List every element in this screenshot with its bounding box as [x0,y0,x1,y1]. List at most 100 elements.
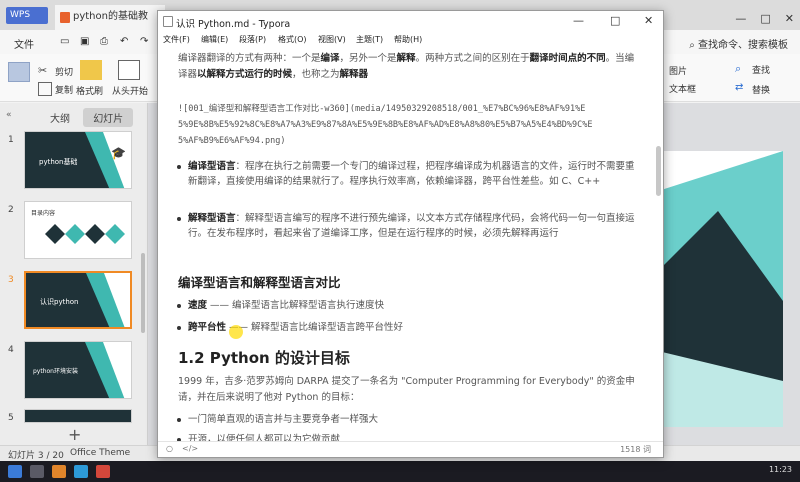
tab-outline[interactable]: 大纲 [40,108,80,127]
menu-edit[interactable]: 编辑(E) [201,34,228,45]
taskbar-app-icon[interactable] [52,465,66,478]
command-search-label: 查找命令、搜索模板 [698,40,788,51]
menu-theme[interactable]: 主题(T) [356,34,383,45]
search-icon: ⌕ [689,40,698,51]
menu-open-icon[interactable]: ▭ [60,36,69,47]
typora-window-title: 认识 Python.md - Typora [176,19,291,30]
menu-print-icon[interactable]: ⎙ [100,36,108,47]
minimize-icon[interactable]: — [573,14,584,27]
minimize-icon[interactable]: — [735,12,746,25]
text: ：解释型语言编写的程序不进行预先编译，以文本方式存储程序代码，会将代码一句一句直… [188,213,635,239]
textbox-label[interactable]: 文本框 [669,82,696,95]
slide-bg [25,410,131,422]
menu-paragraph[interactable]: 段落(P) [239,34,266,45]
mouse-cursor-highlight [229,325,243,339]
tab-slides[interactable]: 幻灯片 [83,108,134,127]
from-start-label[interactable]: 从头开始 [112,84,148,97]
slide-thumb-1[interactable]: python基础 🎓 [24,131,132,189]
replace-button[interactable]: ⇄ 替换 [735,82,770,96]
typora-title-bar: 认识 Python.md - Typora — □ ✕ [158,11,663,33]
slides-panel: « 大纲 幻灯片 1 python基础 🎓 2 目录内容 3 认识python … [0,103,148,445]
panel-tabs: 大纲 幻灯片 [40,108,134,127]
slide-thumb-5[interactable] [24,409,132,423]
add-slide-button[interactable]: + [68,425,81,444]
start-icon[interactable] [8,465,22,478]
ppt-file-icon [60,12,70,23]
format-painter-icon[interactable] [80,60,102,80]
paragraph-compiler-intro: 编译器翻译的方式有两种：一个是编译，另外一个是解释。两种方式之间的区别在于翻译时… [178,51,640,83]
typora-window: 认识 Python.md - Typora — □ ✕ 文件(F) 编辑(E) … [157,10,664,458]
copy-button[interactable]: 复制 [38,82,73,96]
wps-logo[interactable]: WPS [6,7,48,24]
slide-number: 2 [8,205,14,215]
slide-decoration [658,151,783,427]
menu-file[interactable]: 文件(F) [163,34,190,45]
menu-format[interactable]: 格式(O) [278,34,307,45]
menu-save-icon[interactable]: ▣ [80,36,89,47]
heading-design-goals: 1.2 Python 的设计目标 [178,349,350,367]
current-slide[interactable] [658,151,783,427]
close-icon[interactable]: ✕ [785,12,794,25]
menu-file[interactable]: 文件 [14,36,34,51]
taskbar-app-icon[interactable] [96,465,110,478]
bold-text: 编译 [320,53,340,64]
code-line: 5%AF%B9%E6%AF%94.png) [178,136,286,146]
editor-scrollbar[interactable] [656,146,661,196]
typora-app-icon [163,16,173,27]
find-button[interactable]: ⌕ 查找 [735,62,770,76]
list-item: 解释型语言：解释型语言编写的程序不进行预先编译，以文本方式存储程序代码，会将代码… [177,211,640,241]
replace-label: 替换 [752,85,771,96]
slide-number: 3 [8,275,14,285]
slide-thumb-3[interactable]: 认识python [24,271,132,329]
replace-icon: ⇄ [735,82,744,93]
menu-undo-icon[interactable]: ↶ [120,36,128,47]
list-item: 一门简单直观的语言并与主要竞争者一样强大 [177,412,640,427]
slide-thumb-4[interactable]: python环境安装 [24,341,132,399]
sidebar-toggle-icon[interactable]: ○ [166,444,173,453]
bold-text: 解释型语言 [188,213,236,224]
slide-thumb-2[interactable]: 目录内容 [24,201,132,259]
command-search[interactable]: ⌕ 查找命令、搜索模板 [689,36,788,51]
text: 编译器翻译的方式有两种：一个是 [178,53,321,64]
bold-text: 速度 [188,300,208,311]
format-painter-label[interactable]: 格式刷 [76,84,103,97]
typora-menu-bar: 文件(F) 编辑(E) 段落(P) 格式(O) 视图(V) 主题(T) 帮助(H… [158,33,663,47]
tray-clock[interactable]: 11:23 [769,465,792,474]
menu-redo-icon[interactable]: ↷ [140,36,148,47]
bold-text: 解释 [396,53,416,64]
from-start-icon[interactable] [118,60,140,80]
document-tab[interactable]: python的基础教学.pptx [55,5,165,46]
maximize-icon[interactable]: □ [610,14,620,27]
cut-label: 剪切 [55,67,74,78]
image-markdown-source: ![001_编译型和解释型语言工作对比-w360](media/14950329… [178,101,640,149]
slide-number: 4 [8,345,14,355]
find-icon: ⌕ [735,62,742,75]
cut-button[interactable]: ✂ 剪切 [38,64,73,78]
maximize-icon[interactable]: □ [760,12,770,25]
editor-content[interactable]: 编译器翻译的方式有两种：一个是编译，另外一个是解释。两种方式之间的区别在于翻译时… [158,47,654,442]
slide-diagram [45,224,125,244]
close-icon[interactable]: ✕ [644,14,653,27]
paste-icon[interactable] [8,62,30,82]
text: 。两种方式之间的区别在于 [415,53,530,64]
menu-help[interactable]: 帮助(H) [394,34,422,45]
collapse-panel-icon[interactable]: « [6,110,12,120]
menu-view[interactable]: 视图(V) [318,34,346,45]
bold-text: 解释器 [339,69,369,80]
list-item: 跨平台性 —— 解释型语言比编译型语言跨平台性好 [177,320,640,335]
source-mode-icon[interactable]: </> [182,444,198,453]
taskbar-app-icon[interactable] [30,465,44,478]
typora-status-bar: ○ </> 1518 词 [158,441,663,457]
panel-scrollbar[interactable] [141,253,145,333]
text: ，也称之为 [292,69,340,80]
slide-counter: 幻灯片 3 / 20 [8,451,64,461]
heading-comparison: 编译型语言和解释型语言对比 [178,275,341,290]
taskbar-app-icon[interactable] [74,465,88,478]
copy-label: 复制 [55,85,74,96]
word-count[interactable]: 1518 词 [620,444,651,455]
picture-label[interactable]: 图片 [669,64,687,77]
slide-title: python环境安装 [33,368,78,375]
bold-text: 以解释方式运行的时候 [197,69,293,80]
list-item: 速度 —— 编译型语言比解释型语言执行速度快 [177,298,640,313]
code-line: ![001_编译型和解释型语言工作对比-w360](media/14950329… [178,104,586,114]
